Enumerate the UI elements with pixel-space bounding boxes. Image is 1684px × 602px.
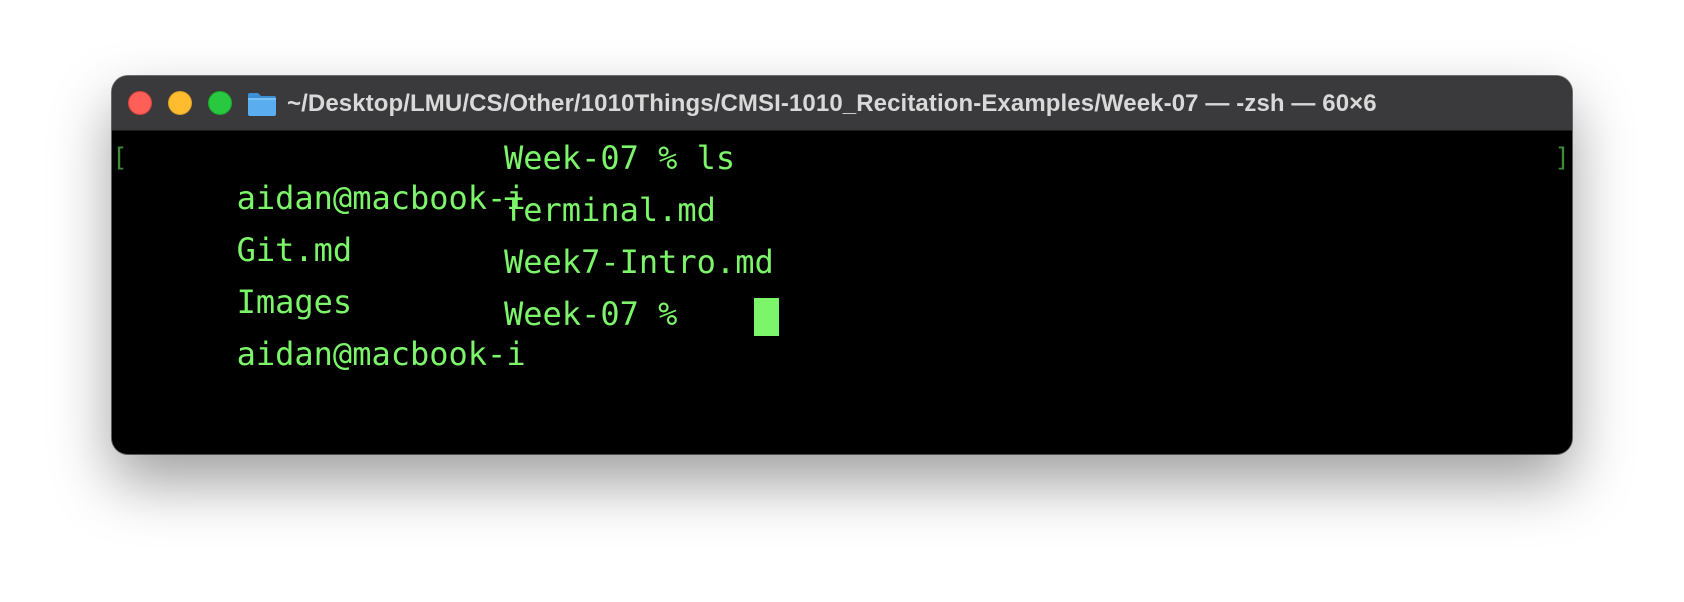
terminal-output[interactable]: [ ] aidan@macbook-i Week-07 % ls Git.md … (112, 132, 1572, 454)
folder-icon[interactable] (247, 91, 277, 117)
text-cursor (754, 298, 779, 336)
close-button[interactable] (128, 91, 152, 115)
title-bar[interactable]: ~/Desktop/LMU/CS/Other/1010Things/CMSI-1… (112, 76, 1572, 131)
file-entry: Terminal.md (504, 191, 716, 229)
prompt-current: Week-07 % (504, 295, 678, 333)
terminal-line: aidan@macbook-i Week-07 % ls (121, 138, 736, 217)
window-title-text: ~/Desktop/LMU/CS/Other/1010Things/CMSI-1… (287, 89, 1377, 117)
terminal-line: Images Week7-Intro.md (121, 242, 774, 321)
prompt-user-host: aidan@macbook-i (236, 335, 526, 373)
terminal-line: aidan@macbook-i Week-07 % (121, 294, 779, 373)
terminal-line: Git.md Terminal.md (121, 190, 716, 269)
zoom-button[interactable] (208, 91, 232, 115)
file-entry: Week7-Intro.md (504, 243, 774, 281)
window-title: ~/Desktop/LMU/CS/Other/1010Things/CMSI-1… (247, 76, 1377, 131)
mark-bracket-right: ] (1554, 143, 1570, 173)
minimize-button[interactable] (168, 91, 192, 115)
prompt-command: Week-07 % ls (504, 139, 736, 177)
terminal-window[interactable]: ~/Desktop/LMU/CS/Other/1010Things/CMSI-1… (112, 76, 1572, 454)
